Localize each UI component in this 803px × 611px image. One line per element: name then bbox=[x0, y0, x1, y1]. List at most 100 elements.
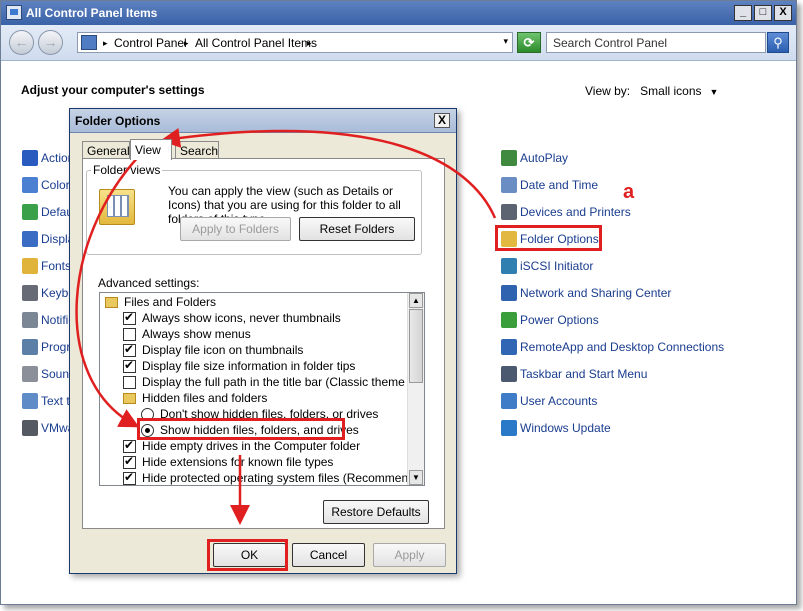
cp-item-text-to-speech[interactable]: Text t bbox=[22, 392, 70, 410]
search-input[interactable]: Search Control Panel bbox=[546, 32, 766, 53]
autoplay-icon bbox=[501, 150, 517, 166]
folder-views-title: Folder views bbox=[91, 163, 163, 177]
back-button[interactable]: ← bbox=[9, 30, 34, 55]
cp-item-display[interactable]: Displa bbox=[22, 230, 74, 248]
tree-option[interactable]: Hide protected operating system files (R… bbox=[123, 470, 424, 485]
cp-item-network[interactable]: Network and Sharing Center bbox=[501, 284, 671, 302]
cancel-button[interactable]: Cancel bbox=[292, 543, 365, 567]
close-button[interactable]: X bbox=[774, 5, 792, 21]
tree-option[interactable]: Display file size information in folder … bbox=[123, 358, 355, 374]
checkbox[interactable] bbox=[123, 310, 136, 325]
view-by: View by: Small icons ▼ bbox=[585, 84, 718, 98]
cp-item-clock[interactable]: Date and Time bbox=[501, 176, 598, 194]
forward-button[interactable]: → bbox=[38, 30, 63, 55]
tree-option[interactable]: Hide extensions for known file types bbox=[123, 454, 333, 470]
cp-item-default-programs[interactable]: Defaul bbox=[22, 203, 76, 221]
apply-button[interactable]: Apply bbox=[373, 543, 446, 567]
tree-option[interactable]: Always show icons, never thumbnails bbox=[123, 310, 341, 326]
cp-item-fonts-folder[interactable]: Fonts bbox=[22, 257, 71, 275]
dialog-title: Folder Options bbox=[75, 114, 161, 128]
breadcrumb-separator[interactable]: ▸ bbox=[184, 38, 189, 49]
scroll-down-icon[interactable]: ▼ bbox=[409, 470, 423, 485]
dialog-title-bar: Folder Options X bbox=[70, 109, 456, 133]
tree-group: Files and Folders bbox=[105, 294, 216, 310]
tree-option[interactable]: Display the full path in the title bar (… bbox=[123, 374, 424, 390]
tab-general[interactable]: General bbox=[82, 141, 130, 159]
cp-item-label: RemoteApp and Desktop Connections bbox=[520, 340, 725, 354]
flag-icon bbox=[22, 150, 38, 166]
power-icon bbox=[501, 312, 517, 328]
scroll-up-icon[interactable]: ▲ bbox=[409, 293, 423, 308]
checkbox[interactable] bbox=[123, 454, 136, 469]
navigation-bar: ← → ▸ Control Panel ▸ All Control Panel … bbox=[1, 25, 796, 61]
advanced-settings-tree[interactable]: Files and Folders Always show icons, neve… bbox=[99, 292, 425, 486]
checkbox[interactable] bbox=[123, 438, 136, 453]
scroll-thumb[interactable] bbox=[409, 309, 423, 383]
cp-item-notification[interactable]: Notific bbox=[22, 311, 74, 329]
cp-item-power[interactable]: Power Options bbox=[501, 311, 599, 329]
checkbox[interactable] bbox=[123, 327, 136, 341]
cp-item-label: User Accounts bbox=[520, 394, 598, 408]
cp-item-windows-update[interactable]: Windows Update bbox=[501, 419, 611, 437]
cp-item-label: iSCSI Initiator bbox=[520, 259, 594, 273]
control-panel-icon bbox=[81, 35, 97, 50]
tree-group: Hidden files and folders bbox=[123, 390, 267, 406]
cp-item-keyboard[interactable]: Keybo bbox=[22, 284, 75, 302]
reset-folders-button[interactable]: Reset Folders bbox=[299, 217, 415, 241]
tab-search[interactable]: Search bbox=[175, 141, 219, 159]
show-hidden-files-highlight bbox=[137, 418, 345, 440]
breadcrumb-all-items[interactable]: All Control Panel Items bbox=[195, 36, 317, 50]
search-icon[interactable]: ⚲ bbox=[767, 32, 789, 53]
cp-item-label: Devices and Printers bbox=[520, 205, 631, 219]
tree-scrollbar[interactable]: ▲ ▼ bbox=[407, 293, 424, 485]
view-by-label: View by: bbox=[585, 84, 631, 98]
cp-item-printer[interactable]: Devices and Printers bbox=[501, 203, 631, 221]
folder-options-dialog: Folder Options X General View Search Fol… bbox=[69, 108, 457, 574]
annotation-marker: a bbox=[623, 181, 635, 203]
breadcrumb-control-panel[interactable]: Control Panel bbox=[114, 36, 187, 50]
control-panel-icon bbox=[6, 5, 22, 20]
minimize-button[interactable]: _ bbox=[734, 5, 752, 21]
checkbox[interactable] bbox=[123, 470, 136, 485]
notification-icon bbox=[22, 312, 38, 328]
default-programs-icon bbox=[22, 204, 38, 220]
text-to-speech-icon bbox=[22, 393, 38, 409]
apply-to-folders-button[interactable]: Apply to Folders bbox=[180, 217, 291, 241]
dialog-close-button[interactable]: X bbox=[434, 113, 450, 128]
folder-view-icon bbox=[99, 189, 135, 225]
tree-option[interactable]: Display file icon on thumbnails bbox=[123, 342, 303, 358]
chevron-down-icon[interactable]: ▼ bbox=[710, 87, 719, 97]
maximize-button[interactable]: □ bbox=[754, 5, 772, 21]
cp-item-label: Network and Sharing Center bbox=[520, 286, 672, 300]
cp-item-speaker[interactable]: Sound bbox=[22, 365, 76, 383]
breadcrumb-separator[interactable]: ▸ bbox=[103, 38, 108, 49]
tree-option-label: Hide extensions for known file types bbox=[142, 455, 334, 469]
address-bar[interactable]: ▸ Control Panel ▸ All Control Panel Item… bbox=[77, 32, 513, 53]
windows-update-icon bbox=[501, 420, 517, 436]
cp-item-iscsi[interactable]: iSCSI Initiator bbox=[501, 257, 593, 275]
restore-defaults-button[interactable]: Restore Defaults bbox=[323, 500, 429, 524]
tab-view[interactable]: View bbox=[130, 139, 172, 160]
cp-item-label: Text t bbox=[41, 394, 70, 408]
checkbox[interactable] bbox=[123, 358, 136, 373]
checkbox[interactable] bbox=[123, 342, 136, 357]
tree-option[interactable]: Always show menus bbox=[123, 326, 251, 342]
chevron-down-icon[interactable]: ▾ bbox=[503, 36, 508, 47]
cp-item-remoteapp[interactable]: RemoteApp and Desktop Connections bbox=[501, 338, 724, 356]
cp-item-label: Windows Update bbox=[520, 421, 611, 435]
printer-icon bbox=[501, 204, 517, 220]
checkbox[interactable] bbox=[123, 375, 136, 389]
cp-item-taskbar[interactable]: Taskbar and Start Menu bbox=[501, 365, 647, 383]
tree-option[interactable]: Hide empty drives in the Computer folder bbox=[123, 438, 360, 454]
cp-item-label: Power Options bbox=[520, 313, 599, 327]
breadcrumb-separator[interactable]: ▸ bbox=[307, 38, 312, 49]
refresh-icon[interactable]: ⟳ bbox=[517, 32, 541, 53]
fonts-folder-icon bbox=[22, 258, 38, 274]
cp-item-autoplay[interactable]: AutoPlay bbox=[501, 149, 568, 167]
view-by-select[interactable]: Small icons bbox=[640, 84, 701, 98]
cp-item-flag[interactable]: Action bbox=[22, 149, 74, 167]
advanced-settings-label: Advanced settings: bbox=[98, 276, 200, 290]
title-bar: All Control Panel Items _ □ X bbox=[1, 1, 796, 25]
cp-item-label: Date and Time bbox=[520, 178, 599, 192]
cp-item-user-accounts[interactable]: User Accounts bbox=[501, 392, 597, 410]
